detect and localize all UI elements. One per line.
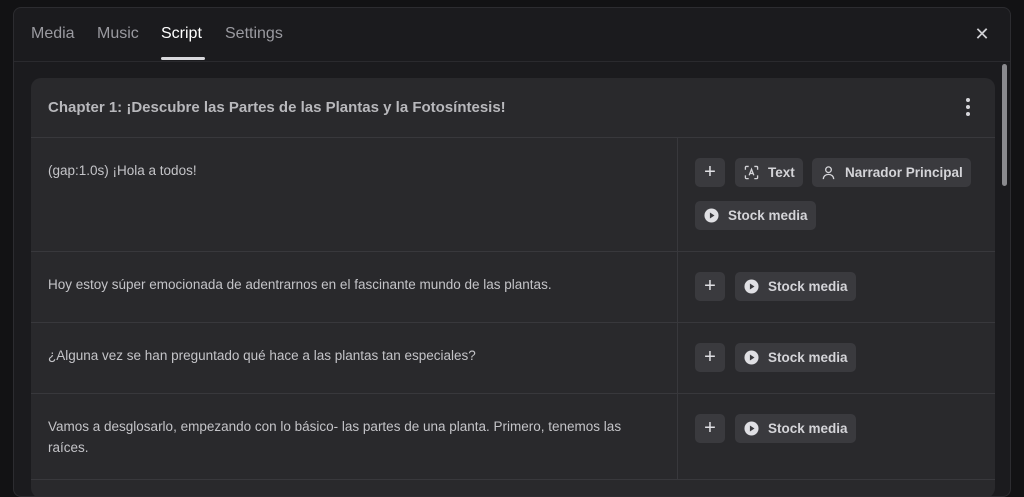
stock-media-button[interactable]: Stock media — [735, 272, 856, 301]
narrator-label: Narrador Principal — [845, 165, 963, 180]
script-row: Hoy estoy súper emocionada de adentrarno… — [31, 252, 995, 323]
chapter-card: Chapter 1: ¡Descubre las Partes de las P… — [31, 78, 995, 496]
tab-bar: Media Music Script Settings ✕ — [14, 8, 1010, 62]
text-overlay-label: Text — [768, 165, 795, 180]
script-line-text[interactable]: Vamos a desglosarlo, empezando con lo bá… — [48, 416, 658, 458]
text-overlay-button[interactable]: Text — [735, 158, 803, 187]
add-button[interactable]: + — [695, 158, 725, 187]
script-line-text[interactable]: Hoy estoy súper emocionada de adentrarno… — [48, 274, 658, 295]
stock-media-label: Stock media — [768, 350, 848, 365]
person-icon — [822, 166, 835, 180]
stock-media-button[interactable]: Stock media — [695, 201, 816, 230]
play-circle-icon — [744, 421, 759, 436]
tab-settings[interactable]: Settings — [225, 25, 283, 43]
script-line-text[interactable]: (gap:1.0s) ¡Hola a todos! — [48, 160, 658, 181]
play-circle-icon — [704, 208, 719, 223]
tab-script[interactable]: Script — [161, 25, 202, 43]
active-tab-indicator — [161, 57, 205, 60]
close-icon[interactable]: ✕ — [972, 24, 992, 44]
add-button[interactable]: + — [695, 343, 725, 372]
chapter-title: Chapter 1: ¡Descubre las Partes de las P… — [48, 99, 506, 116]
column-divider — [677, 323, 678, 393]
column-divider — [677, 138, 678, 251]
scrollbar-thumb[interactable] — [1002, 64, 1007, 186]
play-circle-icon — [744, 350, 759, 365]
script-row: ¿Alguna vez se han preguntado qué hace a… — [31, 323, 995, 394]
script-line-text[interactable]: ¿Alguna vez se han preguntado qué hace a… — [48, 345, 658, 366]
narrator-button[interactable]: Narrador Principal — [812, 158, 971, 187]
stock-media-label: Stock media — [768, 421, 848, 436]
tab-media[interactable]: Media — [31, 25, 75, 43]
script-row: Vamos a desglosarlo, empezando con lo bá… — [31, 394, 995, 480]
stock-media-button[interactable]: Stock media — [735, 414, 856, 443]
add-button[interactable]: + — [695, 414, 725, 443]
chapter-header: Chapter 1: ¡Descubre las Partes de las P… — [31, 78, 995, 138]
tab-music[interactable]: Music — [97, 25, 139, 43]
play-circle-icon — [744, 279, 759, 294]
stock-media-button[interactable]: Stock media — [735, 343, 856, 372]
column-divider — [677, 394, 678, 479]
script-modal: Media Music Script Settings ✕ Chapter 1:… — [13, 7, 1011, 497]
more-options-icon[interactable] — [963, 98, 973, 118]
script-row: (gap:1.0s) ¡Hola a todos! + Text Narrado… — [31, 138, 995, 252]
stock-media-label: Stock media — [728, 208, 808, 223]
text-scan-icon — [744, 165, 759, 180]
add-button[interactable]: + — [695, 272, 725, 301]
stock-media-label: Stock media — [768, 279, 848, 294]
column-divider — [677, 252, 678, 322]
